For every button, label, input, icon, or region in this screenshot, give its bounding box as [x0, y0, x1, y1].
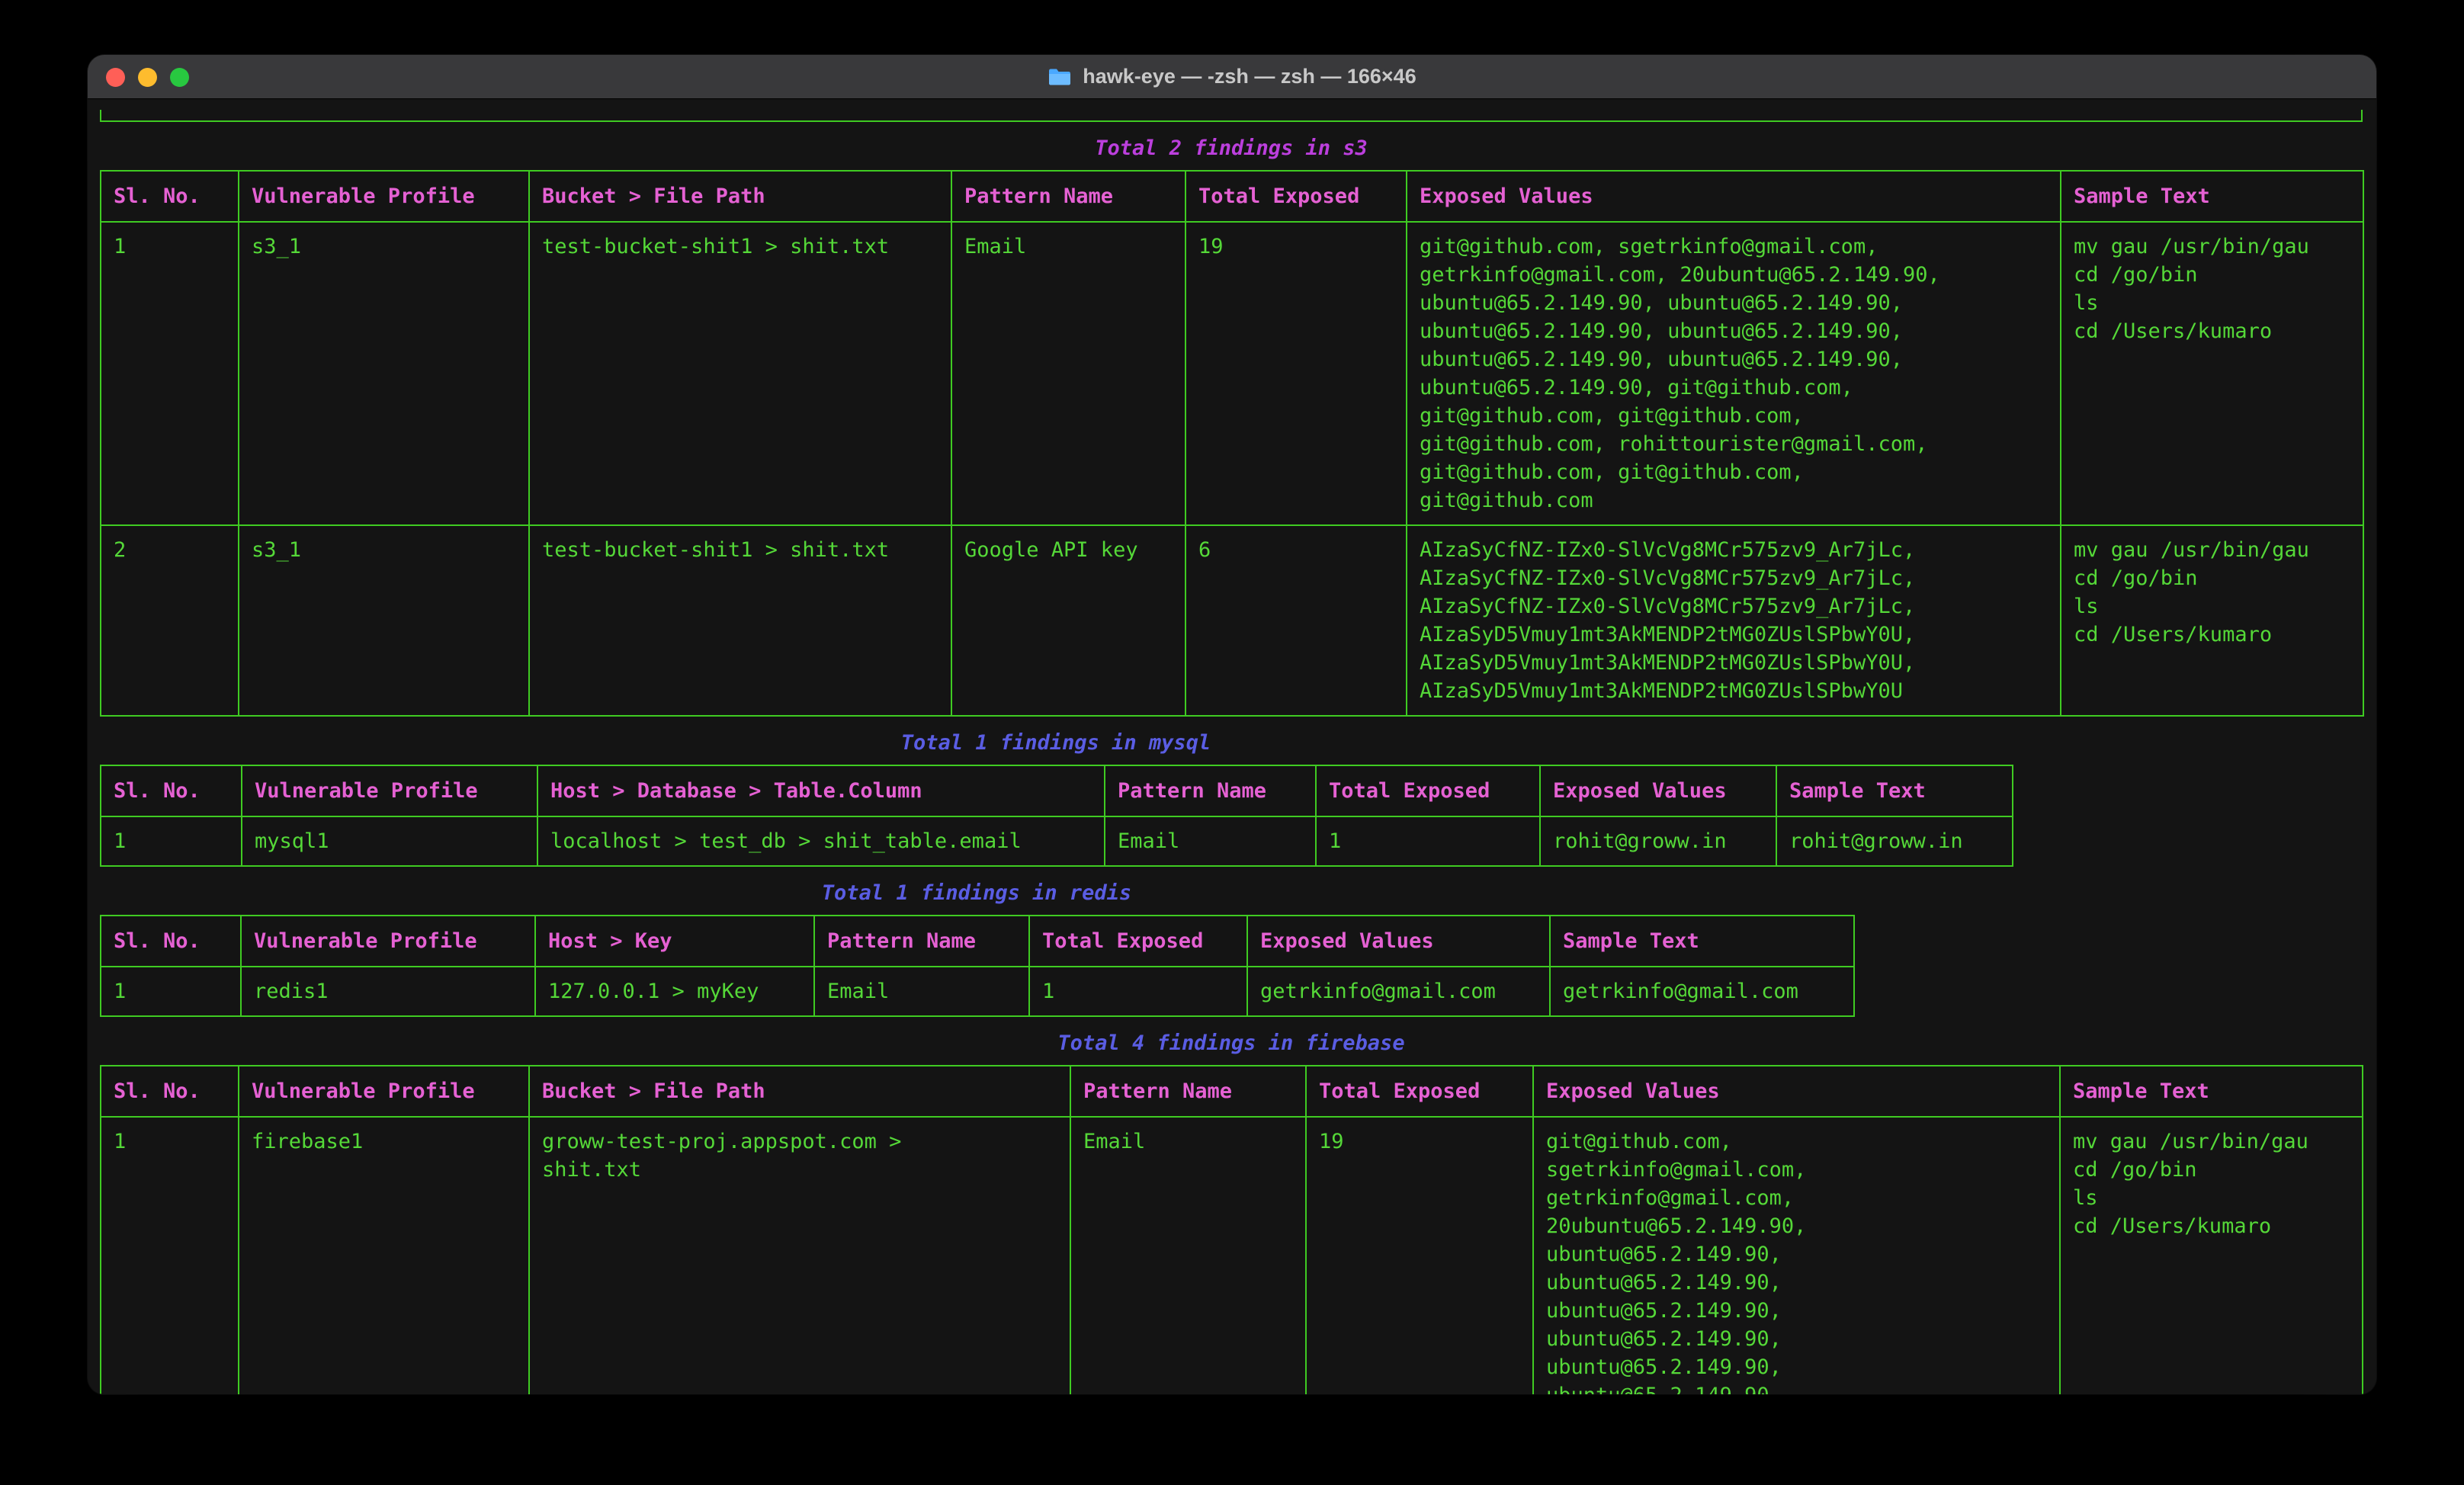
col-header-vulnerable-profile: Vulnerable Profile: [241, 916, 535, 967]
col-header-pattern-name: Pattern Name: [814, 916, 1029, 967]
col-header-sample-text: Sample Text: [1550, 916, 1854, 967]
col-header-sl-no: Sl. No.: [101, 765, 242, 816]
col-header-exposed-values: Exposed Values: [1533, 1066, 2060, 1117]
mysql-section-title: Total 1 findings in mysql: [100, 729, 2012, 757]
cell-sl-no: 1: [101, 816, 242, 866]
zoom-button[interactable]: [170, 68, 189, 87]
cell-sample-text: getrkinfo@gmail.com: [1550, 967, 1854, 1016]
cell-exposed-values: git@github.com, sgetrkinfo@gmail.com, ge…: [1407, 222, 2061, 525]
s3-findings-section: Total 2 findings in s3 Sl. No. Vulnerabl…: [100, 134, 2363, 717]
col-header-vulnerable-profile: Vulnerable Profile: [239, 171, 529, 222]
cell-sample-text: rohit@groww.in: [1776, 816, 2013, 866]
col-header-sample-text: Sample Text: [1776, 765, 2013, 816]
s3-section-title: Total 2 findings in s3: [100, 134, 2363, 162]
col-header-sample-text: Sample Text: [2061, 171, 2363, 222]
folder-icon: [1048, 67, 1072, 87]
traffic-lights: [106, 55, 189, 99]
col-header-bucket-file-path: Bucket > File Path: [529, 1066, 1070, 1117]
cell-exposed-values: git@github.com, sgetrkinfo@gmail.com, ge…: [1533, 1117, 2060, 1394]
cell-host-key: 127.0.0.1 > myKey: [535, 967, 814, 1016]
terminal-window: hawk-eye — -zsh — zsh — 166×46 Total 2 f…: [88, 55, 2376, 1394]
cell-total-exposed: 19: [1306, 1117, 1533, 1394]
cell-total-exposed: 1: [1029, 967, 1247, 1016]
table-row: 1 mysql1 localhost > test_db > shit_tabl…: [101, 816, 2013, 866]
terminal-content[interactable]: Total 2 findings in s3 Sl. No. Vulnerabl…: [88, 99, 2376, 1394]
cell-exposed-values: rohit@groww.in: [1540, 816, 1776, 866]
table-row: 1 s3_1 test-bucket-shit1 > shit.txt Emai…: [101, 222, 2363, 525]
cell-sample-text: mv gau /usr/bin/gau cd /go/bin ls cd /Us…: [2061, 525, 2363, 716]
minimize-button[interactable]: [138, 68, 157, 87]
cell-sample-text: mv gau /usr/bin/gau cd /go/bin ls cd /Us…: [2060, 1117, 2363, 1394]
col-header-vulnerable-profile: Vulnerable Profile: [242, 765, 537, 816]
cell-bucket-file-path: test-bucket-shit1 > shit.txt: [529, 525, 951, 716]
cell-sl-no: 1: [101, 967, 241, 1016]
col-header-pattern-name: Pattern Name: [1105, 765, 1316, 816]
cell-bucket-file-path: test-bucket-shit1 > shit.txt: [529, 222, 951, 525]
cell-sample-text: mv gau /usr/bin/gau cd /go/bin ls cd /Us…: [2061, 222, 2363, 525]
col-header-exposed-values: Exposed Values: [1540, 765, 1776, 816]
cell-vulnerable-profile: s3_1: [239, 525, 529, 716]
cell-vulnerable-profile: redis1: [241, 967, 535, 1016]
window-title: hawk-eye — -zsh — zsh — 166×46: [1048, 65, 1416, 88]
titlebar[interactable]: hawk-eye — -zsh — zsh — 166×46: [88, 55, 2376, 99]
col-header-total-exposed: Total Exposed: [1306, 1066, 1533, 1117]
col-header-total-exposed: Total Exposed: [1185, 171, 1407, 222]
cell-total-exposed: 6: [1185, 525, 1407, 716]
cell-exposed-values: AIzaSyCfNZ-IZx0-SlVcVg8MCr575zv9_Ar7jLc,…: [1407, 525, 2061, 716]
col-header-exposed-values: Exposed Values: [1247, 916, 1550, 967]
cell-pattern-name: Email: [814, 967, 1029, 1016]
redis-findings-section: Total 1 findings in redis Sl. No. Vulner…: [100, 879, 1853, 1017]
col-header-vulnerable-profile: Vulnerable Profile: [239, 1066, 529, 1117]
col-header-sl-no: Sl. No.: [101, 171, 239, 222]
mysql-findings-table: Sl. No. Vulnerable Profile Host > Databa…: [100, 765, 2013, 867]
cell-pattern-name: Email: [1105, 816, 1316, 866]
mysql-findings-section: Total 1 findings in mysql Sl. No. Vulner…: [100, 729, 2012, 867]
col-header-bucket-file-path: Bucket > File Path: [529, 171, 951, 222]
cell-host-database-table: localhost > test_db > shit_table.email: [537, 816, 1105, 866]
table-row: 2 s3_1 test-bucket-shit1 > shit.txt Goog…: [101, 525, 2363, 716]
col-header-exposed-values: Exposed Values: [1407, 171, 2061, 222]
firebase-header-row: Sl. No. Vulnerable Profile Bucket > File…: [101, 1066, 2363, 1117]
col-header-pattern-name: Pattern Name: [1070, 1066, 1306, 1117]
cell-pattern-name: Google API key: [951, 525, 1185, 716]
mysql-header-row: Sl. No. Vulnerable Profile Host > Databa…: [101, 765, 2013, 816]
cell-pattern-name: Email: [1070, 1117, 1306, 1394]
col-header-total-exposed: Total Exposed: [1316, 765, 1540, 816]
close-button[interactable]: [106, 68, 125, 87]
cell-sl-no: 2: [101, 525, 239, 716]
cell-total-exposed: 19: [1185, 222, 1407, 525]
col-header-sl-no: Sl. No.: [101, 916, 241, 967]
cell-sl-no: 1: [101, 1117, 239, 1394]
cell-pattern-name: Email: [951, 222, 1185, 525]
redis-findings-table: Sl. No. Vulnerable Profile Host > Key Pa…: [100, 915, 1855, 1017]
redis-header-row: Sl. No. Vulnerable Profile Host > Key Pa…: [101, 916, 1854, 967]
firebase-findings-table: Sl. No. Vulnerable Profile Bucket > File…: [100, 1065, 2363, 1394]
firebase-findings-section: Total 4 findings in firebase Sl. No. Vul…: [100, 1029, 2363, 1394]
cell-bucket-file-path: groww-test-proj.appspot.com > shit.txt: [529, 1117, 1070, 1394]
firebase-section-title: Total 4 findings in firebase: [100, 1029, 2363, 1057]
table-row: 1 redis1 127.0.0.1 > myKey Email 1 getrk…: [101, 967, 1854, 1016]
col-header-sample-text: Sample Text: [2060, 1066, 2363, 1117]
s3-header-row: Sl. No. Vulnerable Profile Bucket > File…: [101, 171, 2363, 222]
table-row: 1 firebase1 groww-test-proj.appspot.com …: [101, 1117, 2363, 1394]
col-header-sl-no: Sl. No.: [101, 1066, 239, 1117]
col-header-host-key: Host > Key: [535, 916, 814, 967]
col-header-host-database-table: Host > Database > Table.Column: [537, 765, 1105, 816]
window-title-text: hawk-eye — -zsh — zsh — 166×46: [1083, 65, 1416, 88]
cell-vulnerable-profile: s3_1: [239, 222, 529, 525]
col-header-total-exposed: Total Exposed: [1029, 916, 1247, 967]
redis-section-title: Total 1 findings in redis: [100, 879, 1853, 907]
cell-exposed-values: getrkinfo@gmail.com: [1247, 967, 1550, 1016]
s3-findings-table: Sl. No. Vulnerable Profile Bucket > File…: [100, 170, 2364, 717]
cell-total-exposed: 1: [1316, 816, 1540, 866]
col-header-pattern-name: Pattern Name: [951, 171, 1185, 222]
scrolled-table-remnant: [100, 110, 2363, 122]
cell-vulnerable-profile: firebase1: [239, 1117, 529, 1394]
cell-vulnerable-profile: mysql1: [242, 816, 537, 866]
cell-sl-no: 1: [101, 222, 239, 525]
